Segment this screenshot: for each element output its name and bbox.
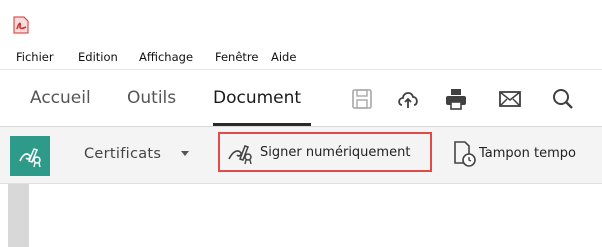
menu-affichage[interactable]: Affichage: [139, 50, 193, 64]
certificates-toolbar: Certificats Signer numériquement Tampon …: [0, 127, 602, 184]
tab-document[interactable]: Document: [213, 88, 301, 108]
menu-bar: Fichier Edition Affichage Fenêtre Aide: [0, 45, 602, 70]
certificats-dropdown[interactable]: Certificats: [84, 146, 161, 162]
chevron-down-icon[interactable]: [181, 151, 189, 156]
menu-fenetre[interactable]: Fenêtre: [215, 50, 258, 64]
print-icon[interactable]: [443, 86, 469, 112]
signature-pen-icon: [19, 148, 41, 168]
tab-outils[interactable]: Outils: [127, 88, 176, 108]
sign-digitally-button[interactable]: Signer numériquement: [218, 132, 432, 172]
menu-aide[interactable]: Aide: [271, 50, 296, 64]
certificate-tool-tile[interactable]: [10, 136, 50, 176]
menu-fichier[interactable]: Fichier: [16, 50, 54, 64]
timestamp-icon[interactable]: [452, 139, 476, 167]
menu-edition[interactable]: Edition: [78, 50, 118, 64]
tab-accueil[interactable]: Accueil: [30, 88, 91, 108]
signature-pen-icon: [228, 145, 252, 165]
title-bar: [0, 0, 602, 45]
cloud-upload-icon[interactable]: [395, 86, 421, 112]
left-panel-bar: [8, 184, 29, 247]
document-workspace: [0, 184, 602, 247]
save-icon[interactable]: [349, 86, 375, 112]
sign-digitally-label: Signer numériquement: [260, 145, 411, 160]
timestamp-label[interactable]: Tampon tempo: [479, 146, 576, 161]
search-icon[interactable]: [550, 86, 576, 112]
mail-icon[interactable]: [497, 86, 523, 112]
active-tab-indicator: [213, 123, 311, 126]
pdf-app-icon: [13, 16, 29, 34]
main-nav: Accueil Outils Document: [0, 70, 602, 127]
